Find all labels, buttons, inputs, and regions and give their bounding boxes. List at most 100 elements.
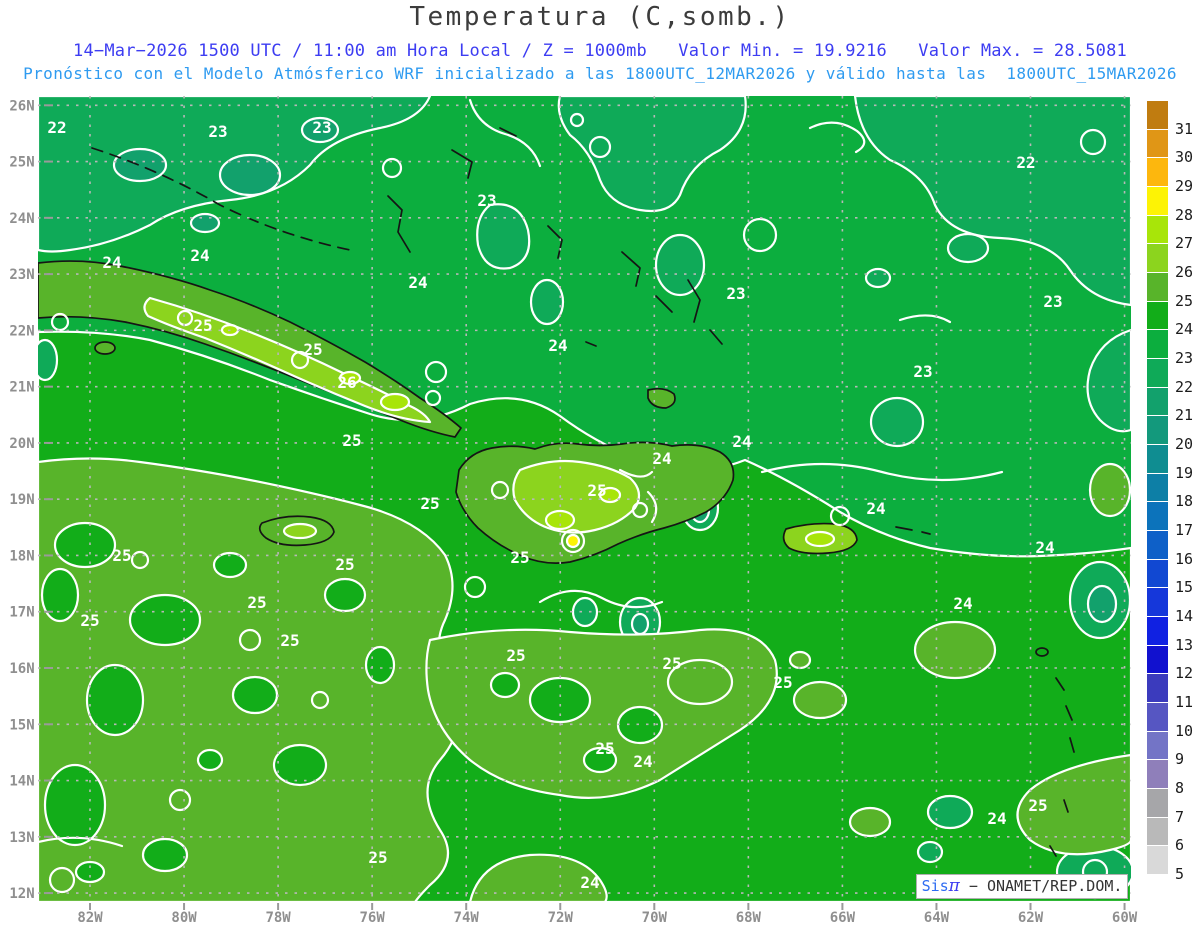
colorbar-tick-label: 12 bbox=[1175, 664, 1194, 683]
field-spot-22-23 bbox=[869, 396, 925, 448]
field-spot-25-26 bbox=[848, 806, 892, 838]
colorbar-tick-label: 8 bbox=[1175, 778, 1185, 797]
colorbar-tick-label: 28 bbox=[1175, 205, 1194, 224]
temperature-contour-map: 26N 25N 24N 23N 22N 21N 20N 19N 18N 17N 16N 15N 14N 1… bbox=[9, 96, 1138, 926]
colorbar-segment bbox=[1146, 529, 1169, 561]
colorbar-segment bbox=[1146, 501, 1169, 532]
field-spot-22-23 bbox=[916, 840, 944, 864]
colorbar-segment bbox=[1146, 214, 1169, 246]
field-spot-24-25 bbox=[231, 675, 279, 715]
contour-label: 22 bbox=[1016, 153, 1035, 172]
colorbar-segment bbox=[1146, 386, 1169, 418]
contour-label: 25 bbox=[506, 646, 525, 665]
field-spot-24-25 bbox=[364, 645, 396, 685]
colorbar-tick-label: 27 bbox=[1175, 234, 1194, 253]
field-spot-24-25 bbox=[74, 860, 106, 884]
colorbar-segment bbox=[1146, 615, 1169, 647]
field-spot-25-26 bbox=[792, 680, 848, 720]
colorbar-tick-label: 19 bbox=[1175, 463, 1194, 482]
lon-axis-label: 72W bbox=[548, 910, 574, 926]
colorbar-tick-label: 23 bbox=[1175, 348, 1194, 367]
colorbar-tick-label: 15 bbox=[1175, 578, 1194, 597]
lon-axis-label: 74W bbox=[454, 910, 480, 926]
colorbar-segment bbox=[1146, 415, 1169, 446]
field-spot-22-23 bbox=[864, 267, 892, 289]
colorbar-tick-label: 9 bbox=[1175, 750, 1185, 769]
contour-label: 25 bbox=[510, 548, 529, 567]
colorbar-segment bbox=[1146, 845, 1169, 876]
lon-axis-label: 66W bbox=[830, 910, 856, 926]
colorbar-tick-label: 26 bbox=[1175, 262, 1194, 281]
lon-axis-label: 82W bbox=[77, 910, 103, 926]
lon-axis-label: 78W bbox=[265, 910, 291, 926]
colorbar-segment bbox=[1146, 300, 1169, 332]
field-spot-22-23 bbox=[946, 232, 990, 264]
field-spot-24-25 bbox=[40, 567, 80, 623]
field-spot-24-25 bbox=[196, 748, 224, 772]
colorbar-tick-label: 31 bbox=[1175, 119, 1194, 138]
contour-label: 25 bbox=[595, 739, 614, 758]
field-spot-22-23 bbox=[926, 794, 974, 830]
field-spot-21-22 bbox=[189, 212, 221, 234]
colorbar-tick-label: 24 bbox=[1175, 320, 1194, 339]
colorbar-tick-label: 25 bbox=[1175, 291, 1194, 310]
field-spot-25-26 bbox=[788, 650, 812, 670]
field-spot-24-25 bbox=[272, 743, 328, 787]
lon-axis-label: 62W bbox=[1018, 910, 1044, 926]
field-spot-24-25 bbox=[489, 671, 521, 699]
colorbar-segment bbox=[1146, 128, 1169, 160]
colorbar-tick-label: 16 bbox=[1175, 549, 1194, 568]
field-spot-24-25 bbox=[141, 837, 189, 873]
colorbar-segment bbox=[1146, 472, 1169, 504]
colorbar-segment bbox=[1146, 673, 1169, 704]
contour-label: 24 bbox=[732, 432, 751, 451]
lon-axis-label: 64W bbox=[924, 910, 950, 926]
colorbar-segment bbox=[1146, 730, 1169, 762]
colorbar-tick-label: 6 bbox=[1175, 836, 1185, 855]
colorbar-segment bbox=[1146, 816, 1169, 848]
contour-label: 23 bbox=[726, 284, 745, 303]
field-spot-27-28 bbox=[379, 392, 411, 412]
contour-label: 25 bbox=[587, 481, 606, 500]
watermark-sis: Sis bbox=[921, 877, 949, 895]
contour-label: 23 bbox=[913, 362, 932, 381]
colorbar-segment bbox=[1146, 357, 1169, 389]
lat-axis-label: 15N bbox=[9, 717, 34, 733]
lon-axis-label: 70W bbox=[642, 910, 668, 926]
contour-label: 24 bbox=[190, 246, 209, 265]
field-spot-24-25 bbox=[128, 593, 202, 647]
colorbar-tick-label: 5 bbox=[1175, 864, 1185, 883]
weather-map-page: Temperatura (C,somb.) 14−Mar−2026 1500 U… bbox=[0, 0, 1200, 927]
contour-label: 25 bbox=[80, 611, 99, 630]
contour-label: 25 bbox=[112, 546, 131, 565]
field-spot-22-23 bbox=[571, 596, 599, 628]
colorbar-tick-label: 29 bbox=[1175, 176, 1194, 195]
lon-axis-label: 76W bbox=[360, 910, 386, 926]
colorbar-segment bbox=[1146, 185, 1169, 217]
watermark-pi-icon: π bbox=[948, 876, 960, 896]
colorbar-tick-label: 21 bbox=[1175, 406, 1194, 425]
contour-label: 24 bbox=[953, 594, 972, 613]
lat-axis-label: 23N bbox=[9, 267, 34, 283]
contour-label: 25 bbox=[247, 593, 266, 612]
contour-label: 25 bbox=[303, 340, 322, 359]
field-spot-27-28 bbox=[544, 509, 576, 531]
colorbar-tick-label: 14 bbox=[1175, 606, 1194, 625]
colorbar-segment bbox=[1146, 587, 1169, 618]
contour-label: 25 bbox=[1028, 796, 1047, 815]
lat-axis-label: 26N bbox=[9, 98, 34, 114]
colorbar-tick-label: 18 bbox=[1175, 492, 1194, 511]
lon-axis-label: 60W bbox=[1112, 910, 1138, 926]
lat-axis-label: 25N bbox=[9, 155, 34, 171]
field-spot-27-28 bbox=[804, 530, 836, 548]
colorbar-tick-label: 30 bbox=[1175, 148, 1194, 167]
colorbar-segment bbox=[1146, 787, 1169, 819]
lon-axis-label: 68W bbox=[736, 910, 762, 926]
contour-label: 24 bbox=[633, 752, 652, 771]
field-spot-24-25 bbox=[323, 577, 367, 613]
contour-label: 25 bbox=[420, 494, 439, 513]
contour-label: 25 bbox=[342, 431, 361, 450]
field-spot-24-25 bbox=[43, 763, 107, 847]
lat-axis-label: 16N bbox=[9, 661, 34, 677]
field-spot-24-25 bbox=[212, 551, 248, 579]
